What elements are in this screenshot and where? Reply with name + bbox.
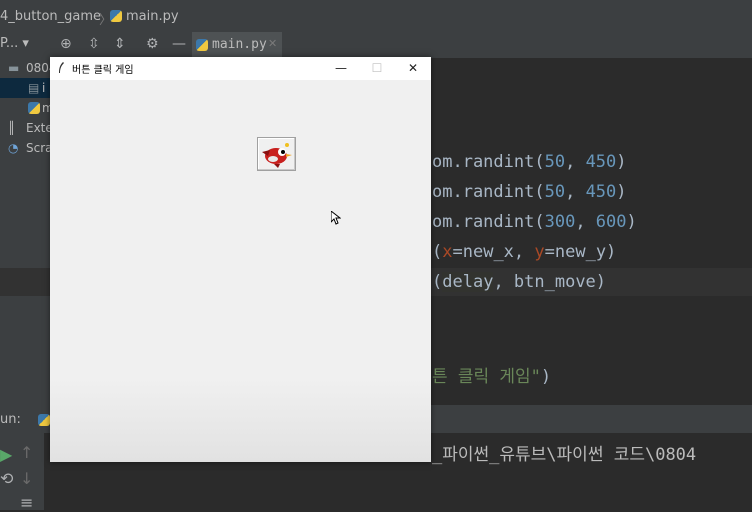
window-client-area [50, 80, 431, 462]
tab-main-py[interactable]: main.py ✕ [192, 32, 282, 59]
breadcrumb-file[interactable]: main.py [126, 9, 179, 24]
tree-item-label: Scra [26, 141, 53, 155]
python-file-icon [110, 10, 122, 22]
tk-feather-icon [59, 62, 64, 73]
folder-icon: ▬ [8, 61, 20, 75]
tool-window-toolbar: P... ▾ ⊕ ⇳ ⇕ ⚙ — main.py ✕ [0, 32, 752, 59]
game-target-button[interactable] [257, 137, 296, 171]
file-icon: ▤ [28, 81, 40, 95]
python-file-icon [28, 102, 40, 114]
tree-item-root[interactable]: ▬ 0804 [0, 58, 57, 78]
tab-label: main.py [212, 37, 267, 52]
scroll-down-icon[interactable]: ↓ [20, 469, 33, 488]
scratch-icon: ◔ [8, 141, 19, 155]
breadcrumb-project[interactable]: 4_button_game [0, 9, 101, 24]
project-view-label: P... [0, 36, 19, 51]
code-line: (delay, btn_move) [432, 272, 607, 292]
python-file-icon [196, 39, 208, 51]
run-label: un: [0, 412, 21, 427]
tree-item-main[interactable]: m [0, 98, 54, 118]
code-line: 튼 클릭 게임") [432, 367, 552, 387]
scroll-up-icon[interactable]: ↑ [20, 443, 33, 462]
expand-all-icon[interactable]: ⇳ [88, 36, 100, 52]
python-run-icon[interactable] [38, 414, 50, 426]
code-line: om.randint(300, 600) [432, 212, 637, 232]
minimize-button[interactable]: — [324, 57, 358, 80]
project-panel: ▬ 0804 ▤ i m ║ Exte ◔ Scra [0, 58, 57, 408]
code-line: om.randint(50, 450) [432, 182, 627, 202]
soft-wrap-icon[interactable]: ≡ [20, 493, 33, 512]
mouse-cursor-icon [331, 211, 341, 225]
gear-icon[interactable]: ⚙ [146, 36, 159, 52]
project-view-selector[interactable]: P... ▾ [0, 36, 29, 51]
tree-item-label: i [42, 81, 46, 95]
tkinter-window: 버튼 클릭 게임 — ☐ ✕ [50, 57, 431, 462]
locate-icon[interactable]: ⊕ [60, 36, 72, 52]
collapse-all-icon[interactable]: ⇕ [114, 36, 126, 52]
library-icon: ║ [8, 121, 16, 135]
maximize-button[interactable]: ☐ [360, 57, 394, 80]
run-side-toolbar: ▶ ↑ ⟲ ↓ ≡ [0, 433, 44, 512]
window-title: 버튼 클릭 게임 [72, 65, 134, 76]
red-bird-icon [262, 143, 292, 168]
tree-item-external-libraries[interactable]: ║ Exte [0, 118, 53, 138]
window-title-bar[interactable]: 버튼 클릭 게임 — ☐ ✕ [50, 57, 431, 80]
console-output-line: _파이썬_유튜브\파이썬 코드\0804 [432, 445, 697, 465]
tree-item-scratches[interactable]: ◔ Scra [0, 138, 53, 158]
close-button[interactable]: ✕ [396, 57, 430, 80]
code-line: om.randint(50, 450) [432, 152, 627, 172]
close-tab-icon[interactable]: ✕ [268, 37, 277, 50]
breadcrumb: 4_button_game 〉 main.py [0, 0, 752, 32]
code-editor[interactable]: om.randint(50, 450) om.randint(50, 450) … [0, 58, 752, 390]
rerun-icon[interactable]: ▶ [0, 445, 12, 464]
modify-config-icon[interactable]: ⟲ [0, 469, 13, 488]
code-line: (x=new_x, y=new_y) [432, 242, 617, 262]
tree-item-file[interactable]: ▤ i [0, 78, 50, 98]
tree-item-label: Exte [26, 121, 53, 135]
hide-icon[interactable]: — [172, 36, 186, 52]
